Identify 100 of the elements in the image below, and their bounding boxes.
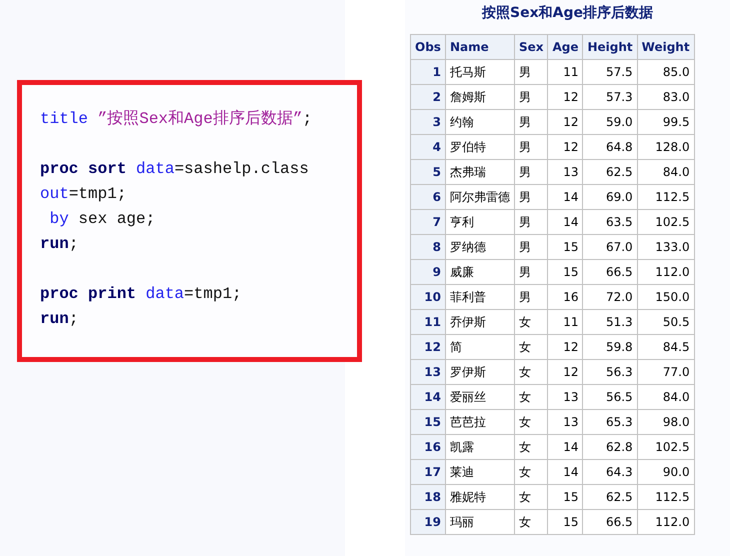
table-cell: 12 [548, 334, 583, 360]
table-cell: 12 [548, 360, 583, 384]
row-number: 14 [410, 384, 446, 410]
row-number: 10 [410, 284, 446, 310]
table-cell: 14 [548, 434, 583, 460]
row-number: 9 [410, 260, 446, 284]
table-cell: 13 [548, 160, 583, 184]
table-cell: 男 [514, 284, 548, 310]
table-cell: 威廉 [445, 260, 514, 284]
table-cell: 11 [548, 60, 583, 84]
table-cell: 11 [548, 310, 583, 334]
table-cell: 男 [514, 110, 548, 134]
table-cell: 85.0 [637, 60, 694, 84]
table-cell: 102.5 [637, 434, 694, 460]
table-cell: 14 [548, 184, 583, 210]
table-cell: 男 [514, 210, 548, 234]
table-cell: 雅妮特 [445, 484, 514, 510]
table-cell: 128.0 [637, 134, 694, 160]
code-line: proc print data=tmp1; [40, 284, 243, 305]
row-number: 7 [410, 210, 446, 234]
table-cell: 62.8 [582, 434, 638, 460]
table-cell: 罗伊斯 [445, 360, 514, 384]
table-cell: 14 [548, 210, 583, 234]
row-number: 2 [410, 84, 446, 110]
table-cell: 112.0 [637, 260, 694, 284]
table-cell: 59.8 [582, 334, 638, 360]
table-cell: 约翰 [445, 110, 514, 134]
table-cell: 150.0 [637, 284, 694, 310]
table-cell: 50.5 [637, 310, 694, 334]
table-cell: 15 [548, 510, 583, 534]
table-cell: 简 [445, 334, 514, 360]
table-cell: 女 [514, 360, 548, 384]
table-cell: 女 [514, 434, 548, 460]
table-cell: 女 [514, 410, 548, 434]
table-cell: 65.3 [582, 410, 638, 434]
table-cell: 13 [548, 410, 583, 434]
table-cell: 女 [514, 334, 548, 360]
table-cell: 51.3 [582, 310, 638, 334]
row-number: 16 [410, 434, 446, 460]
table-cell: 66.5 [582, 510, 638, 534]
table-cell: 女 [514, 460, 548, 484]
table-cell: 男 [514, 84, 548, 110]
table-cell: 爱丽丝 [445, 384, 514, 410]
row-number: 18 [410, 484, 446, 510]
table-cell: 詹姆斯 [445, 84, 514, 110]
table-cell: 112.5 [637, 484, 694, 510]
table-cell: 63.5 [582, 210, 638, 234]
row-number: 1 [410, 60, 446, 84]
table-cell: 112.5 [637, 184, 694, 210]
table-cell: 亨利 [445, 210, 514, 234]
table-cell: 84.0 [637, 160, 694, 184]
table-cell: 菲利普 [445, 284, 514, 310]
table-cell: 90.0 [637, 460, 694, 484]
table-cell: 女 [514, 510, 548, 534]
code-line: proc sort data=sashelp.class [40, 159, 310, 180]
table-cell: 62.5 [582, 484, 638, 510]
column-header: Weight [637, 34, 694, 60]
table-cell: 56.5 [582, 384, 638, 410]
table-cell: 59.0 [582, 110, 638, 134]
table-cell: 16 [548, 284, 583, 310]
table-cell: 男 [514, 134, 548, 160]
table-cell: 女 [514, 310, 548, 334]
column-header: Name [445, 34, 514, 60]
table-cell: 15 [548, 260, 583, 284]
table-cell: 77.0 [637, 360, 694, 384]
table-cell: 罗伯特 [445, 134, 514, 160]
table-cell: 69.0 [582, 184, 638, 210]
table-cell: 玛丽 [445, 510, 514, 534]
row-number: 8 [410, 234, 446, 260]
table-cell: 62.5 [582, 160, 638, 184]
table-cell: 莱迪 [445, 460, 514, 484]
table-cell: 罗纳德 [445, 234, 514, 260]
row-number: 15 [410, 410, 446, 434]
table-cell: 57.5 [582, 60, 638, 84]
table-cell: 男 [514, 260, 548, 284]
row-number: 3 [410, 110, 446, 134]
table-cell: 12 [548, 84, 583, 110]
table-cell: 男 [514, 184, 548, 210]
table-cell: 84.0 [637, 384, 694, 410]
code-line: title ”按照Sex和Age排序后数据”; [40, 108, 314, 130]
table-cell: 57.3 [582, 84, 638, 110]
table-cell: 64.3 [582, 460, 638, 484]
table-cell: 66.5 [582, 260, 638, 284]
table-cell: 12 [548, 134, 583, 160]
output-title: 按照Sex和Age排序后数据 [480, 4, 654, 23]
table-cell: 12 [548, 110, 583, 134]
column-header: Sex [514, 34, 548, 60]
table-cell: 67.0 [582, 234, 638, 260]
row-number: 11 [410, 310, 446, 334]
table-cell: 乔伊斯 [445, 310, 514, 334]
row-number: 13 [410, 360, 446, 384]
column-header: Obs [410, 34, 446, 60]
code-line: out=tmp1; [40, 184, 128, 205]
table-cell: 72.0 [582, 284, 638, 310]
table-cell: 15 [548, 234, 583, 260]
row-number: 4 [410, 134, 446, 160]
table-cell: 杰弗瑞 [445, 160, 514, 184]
table-cell: 56.3 [582, 360, 638, 384]
table-cell: 83.0 [637, 84, 694, 110]
table-cell: 男 [514, 234, 548, 260]
